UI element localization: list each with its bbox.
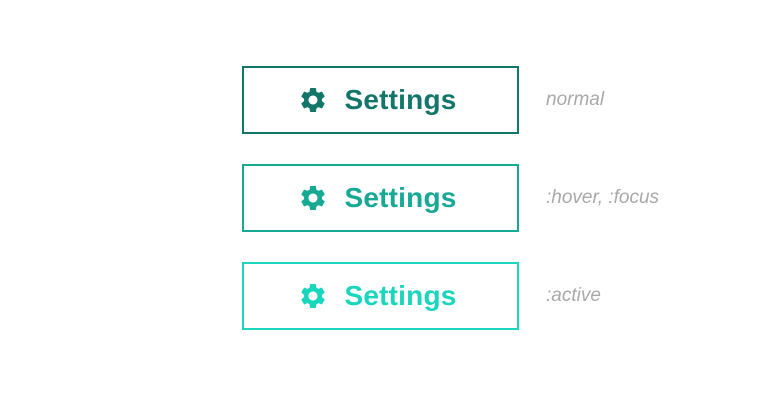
settings-button-active[interactable]: Settings <box>242 262 519 330</box>
state-row-hover-focus: Settings :hover, :focus <box>242 164 672 232</box>
settings-button-hover-focus[interactable]: Settings <box>242 164 519 232</box>
gear-icon <box>298 281 328 311</box>
settings-button-label: Settings <box>344 280 457 311</box>
state-label-hover-focus: :hover, :focus <box>546 187 660 208</box>
state-label-normal: normal <box>546 89 605 110</box>
gear-icon <box>298 183 328 213</box>
settings-button-label: Settings <box>344 182 457 213</box>
state-row-active: Settings :active <box>242 262 672 330</box>
state-row-normal: Settings normal <box>242 66 672 134</box>
state-label-active: :active <box>546 285 601 306</box>
button-states-demo: Settings normal Settings :hover, :focus … <box>0 0 760 400</box>
gear-icon <box>298 85 328 115</box>
settings-button-normal[interactable]: Settings <box>242 66 519 134</box>
settings-button-label: Settings <box>344 84 457 115</box>
